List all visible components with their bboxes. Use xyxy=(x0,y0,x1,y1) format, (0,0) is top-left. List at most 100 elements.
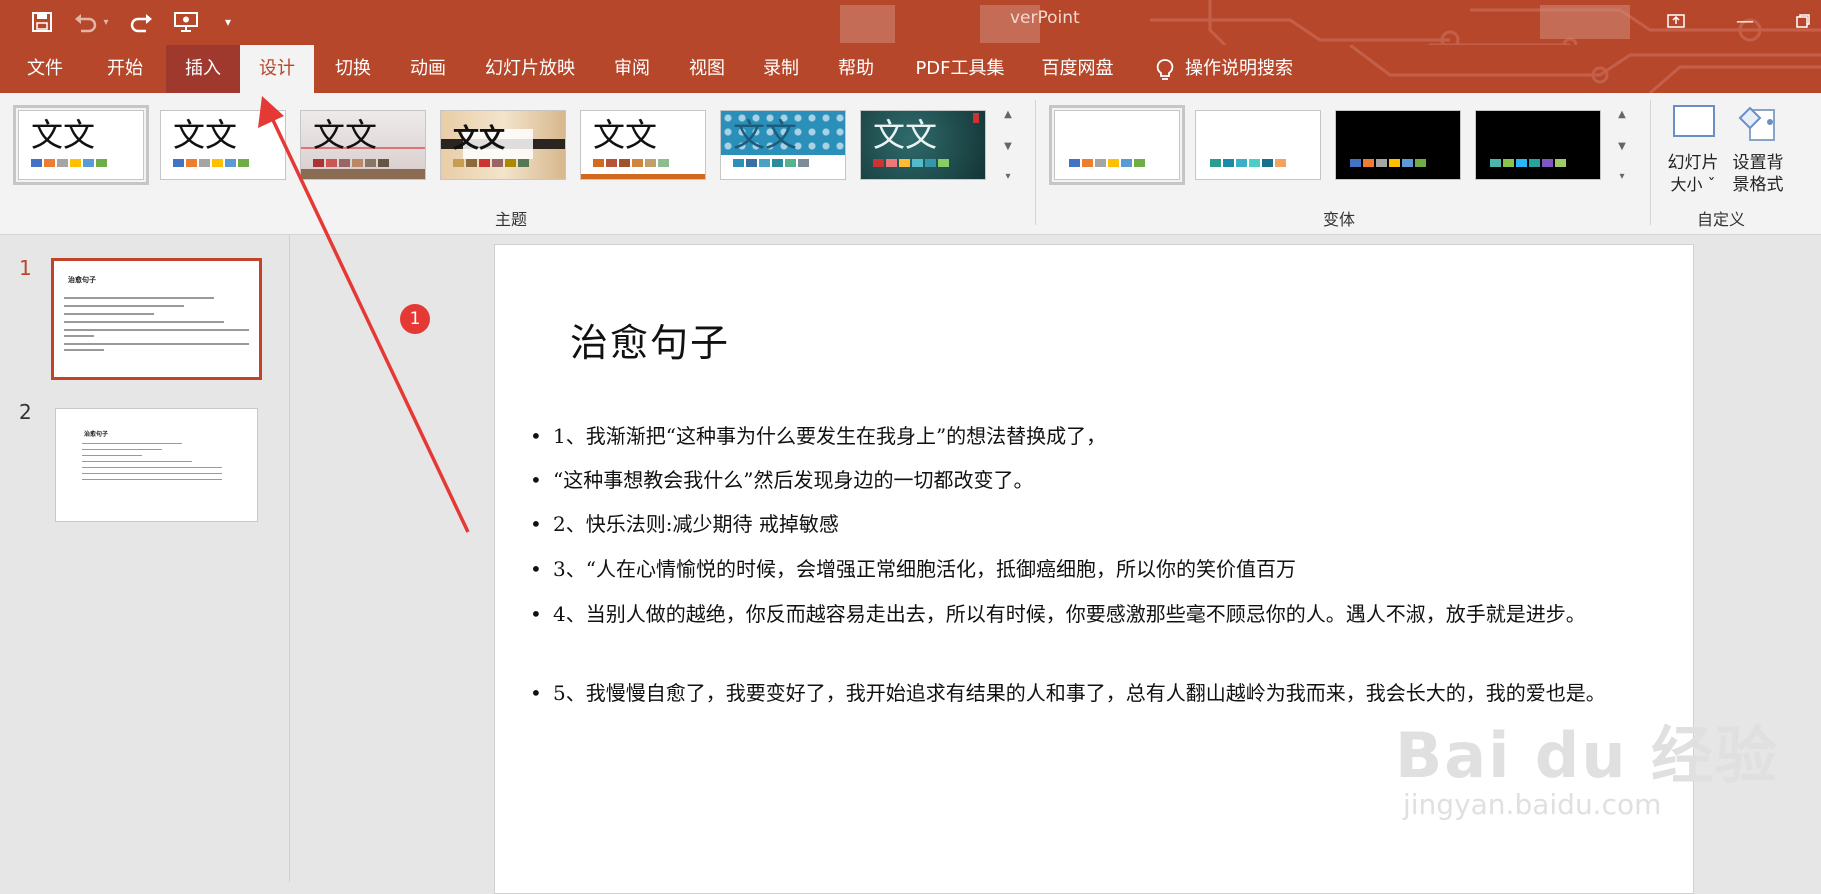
thumb-line xyxy=(82,479,222,480)
tab-baidu-netdisk[interactable]: 百度网盘 xyxy=(1030,45,1125,93)
tab-view[interactable]: 视图 xyxy=(672,45,742,93)
variant-3[interactable] xyxy=(1335,110,1461,180)
tab-insert[interactable]: 插入 xyxy=(166,45,240,93)
bullet-dot: • xyxy=(530,424,542,448)
bullet-dot: • xyxy=(530,557,542,581)
circuit-pattern-decoration xyxy=(1150,0,1821,45)
save-icon[interactable] xyxy=(28,9,56,35)
tab-file[interactable]: 文件 xyxy=(10,45,80,93)
variant-scroll-down-icon[interactable]: ▼ xyxy=(1613,133,1631,159)
slide-size-label: 幻灯片 xyxy=(1667,153,1719,173)
variants-group-label: 变体 xyxy=(1323,210,1356,229)
lightbulb-icon xyxy=(1152,57,1178,83)
bullet-text: “这种事想教会我什么”然后发现身边的一切都改变了。 xyxy=(553,468,1034,492)
theme-sample-text: 文文 xyxy=(733,116,798,154)
theme-color-swatches xyxy=(593,159,669,167)
slide-thumbnail-1[interactable]: 治愈句子 xyxy=(51,258,262,380)
variant-2[interactable] xyxy=(1195,110,1321,180)
blurred-region xyxy=(840,5,895,43)
bullet-item[interactable]: • “这种事想教会我什么”然后发现身边的一切都改变了。 xyxy=(530,464,1663,497)
tab-home[interactable]: 开始 xyxy=(90,45,160,93)
redo-icon[interactable] xyxy=(127,9,157,35)
annotation-marker: 1 xyxy=(400,304,430,334)
presentation-start-icon[interactable] xyxy=(170,9,202,35)
tab-record[interactable]: 录制 xyxy=(746,45,816,93)
format-background-icon xyxy=(1736,102,1780,144)
watermark-line1: Bai du 经验 xyxy=(1395,719,1780,792)
theme-sample-text: 文文 xyxy=(873,116,938,154)
blurred-region xyxy=(1540,5,1630,39)
format-background-label-2: 景格式 xyxy=(1732,175,1784,195)
ribbon-display-options-icon[interactable] xyxy=(1653,6,1699,36)
theme-scroll-up-icon[interactable]: ▲ xyxy=(999,101,1017,127)
theme-pattern-blue[interactable]: 文文 xyxy=(720,110,846,180)
thumb-line xyxy=(64,305,184,307)
thumb-line xyxy=(82,449,162,450)
theme-sample-text: 文文 xyxy=(313,116,378,154)
theme-scroll-down-icon[interactable]: ▼ xyxy=(999,133,1017,159)
tab-help[interactable]: 帮助 xyxy=(821,45,891,93)
variant-scroll-up-icon[interactable]: ▲ xyxy=(1613,101,1631,127)
slide-number: 1 xyxy=(19,256,32,280)
theme-ink[interactable]: 文文 xyxy=(440,110,566,180)
restore-icon[interactable] xyxy=(1785,6,1821,36)
thumb-line xyxy=(64,321,224,323)
thumb-line xyxy=(82,461,192,462)
bullet-text: 3、“人在心情愉悦的时候，会增强正常细胞活化，抵御癌细胞，所以你的笑价值百万 xyxy=(553,557,1296,581)
variant-color-swatches xyxy=(1490,159,1566,167)
customize-quick-access-icon[interactable]: ▾ xyxy=(220,9,236,35)
format-background-button[interactable]: 设置背 景格式 xyxy=(1724,100,1792,200)
bullet-item[interactable]: • 2、快乐法则:减少期待 戒掉敏感 xyxy=(530,508,1663,541)
slide-thumbnail-2[interactable]: 治愈句子 xyxy=(55,408,258,522)
undo-icon[interactable] xyxy=(70,9,100,35)
variant-4[interactable] xyxy=(1475,110,1601,180)
tell-me-search[interactable]: 操作说明搜索 xyxy=(1185,45,1325,93)
theme-more-icon[interactable]: ▾ xyxy=(999,163,1017,189)
thumb-title: 治愈句子 xyxy=(68,276,96,284)
theme-sample-text: 文文 xyxy=(31,116,96,154)
thumb-line xyxy=(82,455,142,456)
tab-pdf-tools[interactable]: PDF工具集 xyxy=(905,45,1015,93)
theme-wood[interactable]: 文文 xyxy=(300,110,426,180)
thumb-line xyxy=(64,329,249,331)
variant-color-swatches xyxy=(1350,159,1426,167)
undo-dropdown-icon[interactable]: ▾ xyxy=(100,9,112,35)
theme-sample-text: 文文 xyxy=(173,116,238,154)
bullet-item[interactable]: • 1、我渐渐把“这种事为什么要发生在我身上”的想法替换成了， xyxy=(530,420,1663,453)
bullet-text: 1、我渐渐把“这种事为什么要发生在我身上”的想法替换成了， xyxy=(553,424,1107,448)
theme-color-swatches xyxy=(733,159,809,167)
bullet-item[interactable]: • 5、我慢慢自愈了，我要变好了，我开始追求有结果的人和事了，总有人翻山越岭为我而… xyxy=(530,677,1663,710)
tab-transitions[interactable]: 切换 xyxy=(318,45,388,93)
thumb-line xyxy=(64,335,94,337)
themes-group-label: 主题 xyxy=(495,210,528,229)
variant-1[interactable] xyxy=(1049,105,1185,185)
thumb-line xyxy=(64,343,249,345)
bullet-text: 4、当别人做的越绝，你反而越容易走出去，所以有时候，你要感激那些毫不顾忌你的人。… xyxy=(553,602,1586,626)
tab-review[interactable]: 审阅 xyxy=(597,45,667,93)
bullet-item[interactable]: • 3、“人在心情愉悦的时候，会增强正常细胞活化，抵御癌细胞，所以你的笑价值百万 xyxy=(530,553,1663,586)
thumb-line xyxy=(82,467,222,468)
theme-dark-teal[interactable]: 文文 xyxy=(860,110,986,180)
watermark-line2: jingyan.baidu.com xyxy=(1403,788,1662,821)
slide-size-button[interactable]: 幻灯片 大小 ˇ xyxy=(1662,100,1724,200)
bullet-item[interactable]: • 4、当别人做的越绝，你反而越容易走出去，所以有时候，你要感激那些毫不顾忌你的人… xyxy=(530,598,1663,631)
tab-slideshow[interactable]: 幻灯片放映 xyxy=(475,45,585,93)
variant-color-swatches xyxy=(1069,159,1145,167)
tab-animations[interactable]: 动画 xyxy=(393,45,463,93)
thumb-line xyxy=(64,349,104,351)
tab-design[interactable]: 设计 xyxy=(240,45,314,93)
theme-orange-line[interactable]: 文文 xyxy=(580,110,706,180)
theme-office[interactable]: 文文 xyxy=(13,105,149,185)
window-title: verPoint xyxy=(1010,8,1080,28)
theme-office-2[interactable]: 文文 xyxy=(160,110,286,180)
slide-title[interactable]: 治愈句子 xyxy=(570,312,730,367)
bullet-dot: • xyxy=(530,602,542,626)
group-divider xyxy=(1650,100,1651,225)
format-background-label: 设置背 xyxy=(1732,153,1784,173)
thumb-line xyxy=(82,473,222,474)
thumb-line xyxy=(64,313,154,315)
minimize-icon[interactable]: — xyxy=(1722,6,1768,36)
bullet-text: 5、我慢慢自愈了，我要变好了，我开始追求有结果的人和事了，总有人翻山越岭为我而来… xyxy=(553,681,1606,705)
variant-more-icon[interactable]: ▾ xyxy=(1613,163,1631,189)
title-bar: verPoint xyxy=(0,0,1821,45)
